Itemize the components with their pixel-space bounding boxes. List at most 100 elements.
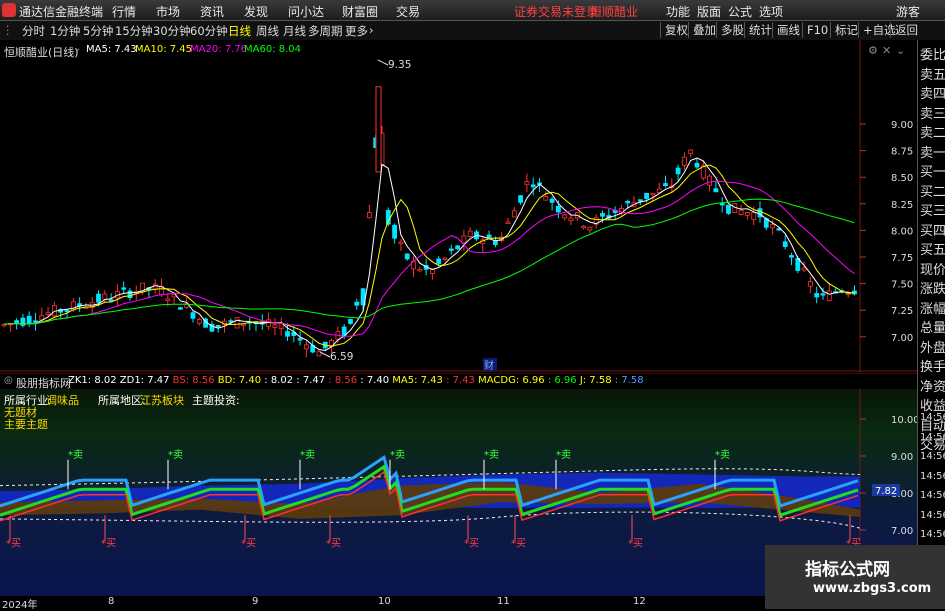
period-30min[interactable]: 30分钟: [153, 23, 191, 39]
candle-body: [297, 338, 303, 341]
app-title: 通达信金融终端: [19, 5, 104, 19]
menu-layout[interactable]: 版面: [697, 3, 721, 20]
candle-body: [543, 196, 549, 201]
menu-wealth[interactable]: 财富圈: [342, 3, 378, 20]
kline-chart[interactable]: 9.00 8.75 8.50 8.25 8.00 7.75 7.50 7.25 7.00 9.3…: [0, 40, 917, 372]
indicator-title: 股朋指标网: [16, 377, 71, 390]
draw-line-button[interactable]: 画线: [772, 22, 804, 38]
f10-button[interactable]: F10: [802, 22, 832, 38]
candle-body: [770, 224, 775, 229]
menu-exchange[interactable]: 市场: [156, 3, 180, 20]
chart-settings-icon[interactable]: ⚙: [868, 44, 878, 57]
candle-body: [726, 204, 731, 214]
extra-line-2: 主要主题: [4, 418, 48, 431]
menu-market[interactable]: 行情: [112, 3, 136, 20]
chart-menu-icon[interactable]: ⌄: [896, 44, 905, 57]
side-panel-item[interactable]: 买一: [920, 161, 945, 180]
side-panel-item[interactable]: 卖一: [920, 142, 945, 161]
menu-ask[interactable]: 问小达: [288, 3, 324, 20]
side-panel-item[interactable]: 涨跌: [920, 278, 945, 297]
event-marker-cai[interactable]: 财: [484, 359, 494, 372]
candle-body: [404, 253, 410, 260]
candle-body: [492, 240, 498, 246]
candle-body: [587, 226, 593, 231]
period-5min[interactable]: 5分钟: [83, 23, 113, 39]
region-value: 江苏板块: [140, 394, 184, 407]
candle-body: [644, 192, 649, 199]
candle-body: [392, 224, 398, 239]
period-15min[interactable]: 15分钟: [115, 23, 153, 39]
menu-news[interactable]: 资讯: [200, 3, 224, 20]
side-panel-item[interactable]: 买四: [920, 220, 945, 239]
more-chevron-icon[interactable]: ›: [369, 23, 374, 37]
candle-body: [354, 301, 360, 306]
user-label[interactable]: 游客: [896, 3, 920, 20]
side-panel-item[interactable]: 买三: [920, 200, 945, 219]
indicator-toggle-icon[interactable]: ◎: [4, 375, 13, 386]
industry-value: 调味品: [46, 394, 79, 407]
indicator-value: : 7.58: [614, 375, 644, 386]
side-panel-item[interactable]: 卖四: [920, 83, 945, 102]
side-panel-item[interactable]: 委比: [920, 44, 945, 63]
period-weekly[interactable]: 周线: [256, 23, 279, 39]
candle-body: [455, 245, 461, 250]
side-panel-item[interactable]: 买二: [920, 181, 945, 200]
period-minute[interactable]: 分时: [22, 23, 45, 39]
candle-body: [417, 269, 423, 272]
side-panel-item[interactable]: 卖五: [920, 64, 945, 83]
buy-label: *买: [511, 538, 526, 550]
menu-discover[interactable]: 发现: [244, 3, 268, 20]
candle-body: [108, 299, 114, 302]
candle-body: [814, 293, 820, 298]
side-panel-item[interactable]: 总量: [920, 317, 945, 336]
y-tick-label: 8.25: [891, 200, 913, 211]
sell-label: *卖: [484, 449, 499, 461]
period-monthly[interactable]: 月线: [283, 23, 306, 39]
menu-options[interactable]: 选项: [759, 3, 783, 20]
period-1min[interactable]: 1分钟: [50, 23, 80, 39]
kline-settings-icon[interactable]: ⌄: [73, 43, 81, 54]
side-panel-item[interactable]: 卖二: [920, 122, 945, 141]
y-tick-label: 7.00: [891, 526, 913, 537]
indicator-value: : 7.43: [446, 375, 479, 386]
side-panel-item[interactable]: 卖三: [920, 103, 945, 122]
tick-time: 14:56: [920, 529, 945, 540]
period-daily[interactable]: 日线: [228, 23, 251, 39]
candle-body: [637, 199, 643, 202]
side-panel-item[interactable]: 外盘: [920, 337, 945, 356]
tick-time: 14:56: [920, 509, 945, 521]
chart-close-icon[interactable]: ✕: [882, 44, 891, 57]
period-more[interactable]: 更多: [345, 23, 368, 39]
candle-body: [165, 298, 171, 301]
side-panel-item[interactable]: 换手: [920, 356, 945, 375]
x-label-oct: 10: [378, 596, 391, 607]
menu-trade[interactable]: 交易: [396, 3, 420, 20]
y-tick-label: 9.00: [891, 452, 913, 463]
back-button[interactable]: 返回: [890, 22, 922, 38]
y-tick-label: 10.00: [891, 415, 917, 426]
ma5-label: MA5: 7.43: [86, 44, 137, 55]
candle-body: [530, 184, 536, 188]
candle-body: [751, 212, 757, 220]
title-bar: 通达信金融终端 行情 市场 资讯 发现 问小达 财富圈 交易 证券交易未登录 恒…: [0, 0, 945, 21]
sell-label: *卖: [300, 449, 315, 461]
candle-body: [556, 205, 561, 213]
menu-function[interactable]: 功能: [666, 3, 690, 20]
candle-body: [801, 267, 807, 271]
side-panel-item[interactable]: 现价: [920, 259, 945, 278]
sell-label: *卖: [556, 449, 571, 461]
side-panel-item[interactable]: 买五: [920, 239, 945, 258]
side-panel-item[interactable]: 涨幅: [920, 298, 945, 317]
ma10-label: MA10: 7.45: [135, 44, 193, 55]
kline-high-label: 9.35: [388, 59, 411, 71]
indicator-value: J: 7.58: [579, 375, 615, 386]
period-60min[interactable]: 60分钟: [190, 23, 228, 39]
menu-formula[interactable]: 公式: [728, 3, 752, 20]
side-panel-item[interactable]: 净资: [920, 376, 945, 395]
watermark: 指标公式网 www.zbgs3.com: [765, 545, 945, 609]
login-warning[interactable]: 证券交易未登录: [514, 3, 598, 20]
region-label: 所属地区:: [98, 394, 146, 407]
indicator-value: : 6.96: [547, 375, 580, 386]
period-multi[interactable]: 多周期: [308, 23, 343, 39]
candle-body: [190, 312, 196, 319]
